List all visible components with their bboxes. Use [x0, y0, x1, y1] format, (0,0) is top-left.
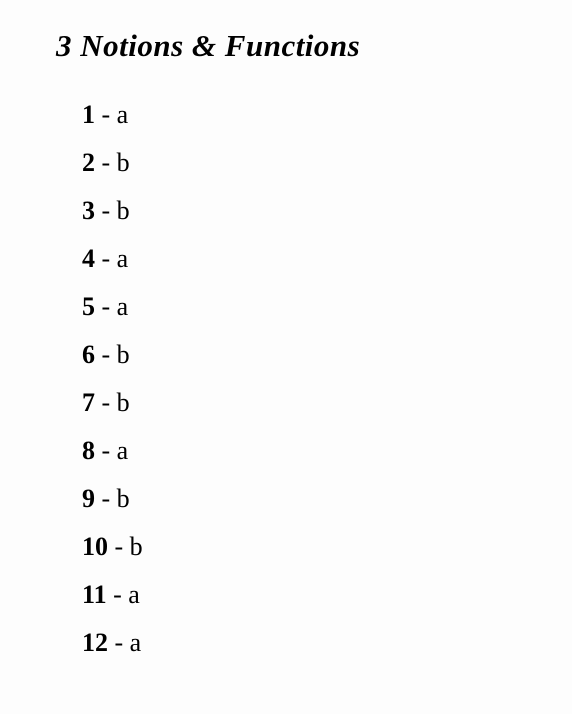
answer-separator: - — [95, 292, 117, 321]
answer-value: b — [117, 196, 130, 225]
answer-separator: - — [95, 484, 117, 513]
answer-separator: - — [108, 532, 130, 561]
answer-item: 3 - b — [82, 198, 572, 224]
answer-number: 4 — [82, 244, 95, 273]
answer-value: a — [130, 628, 142, 657]
answer-separator: - — [95, 244, 117, 273]
answer-item: 2 - b — [82, 150, 572, 176]
answer-value: a — [117, 292, 129, 321]
answer-number: 9 — [82, 484, 95, 513]
answer-separator: - — [107, 580, 129, 609]
answer-number: 6 — [82, 340, 95, 369]
section-title: 3 Notions & Functions — [56, 28, 572, 64]
answer-number: 1 — [82, 100, 95, 129]
answer-separator: - — [95, 388, 117, 417]
answer-number: 12 — [82, 628, 108, 657]
answer-value: b — [117, 340, 130, 369]
answer-separator: - — [95, 100, 117, 129]
answer-list: 1 - a 2 - b 3 - b 4 - a 5 - a 6 - b 7 - … — [56, 102, 572, 656]
answer-separator: - — [108, 628, 130, 657]
answer-separator: - — [95, 436, 117, 465]
answer-item: 8 - a — [82, 438, 572, 464]
answer-item: 10 - b — [82, 534, 572, 560]
answer-number: 8 — [82, 436, 95, 465]
answer-value: b — [130, 532, 143, 561]
answer-number: 3 — [82, 196, 95, 225]
answer-value: b — [117, 484, 130, 513]
answer-value: a — [117, 244, 129, 273]
answer-item: 11 - a — [82, 582, 572, 608]
answer-number: 11 — [82, 580, 107, 609]
answer-item: 9 - b — [82, 486, 572, 512]
answer-number: 10 — [82, 532, 108, 561]
answer-number: 5 — [82, 292, 95, 321]
answer-separator: - — [95, 148, 117, 177]
answer-value: a — [117, 436, 129, 465]
answer-number: 2 — [82, 148, 95, 177]
answer-item: 4 - a — [82, 246, 572, 272]
answer-value: b — [117, 388, 130, 417]
answer-value: a — [128, 580, 140, 609]
answer-item: 1 - a — [82, 102, 572, 128]
answer-separator: - — [95, 340, 117, 369]
answer-item: 6 - b — [82, 342, 572, 368]
answer-number: 7 — [82, 388, 95, 417]
answer-value: a — [117, 100, 129, 129]
answer-item: 12 - a — [82, 630, 572, 656]
answer-item: 7 - b — [82, 390, 572, 416]
answer-value: b — [117, 148, 130, 177]
answer-separator: - — [95, 196, 117, 225]
answer-item: 5 - a — [82, 294, 572, 320]
